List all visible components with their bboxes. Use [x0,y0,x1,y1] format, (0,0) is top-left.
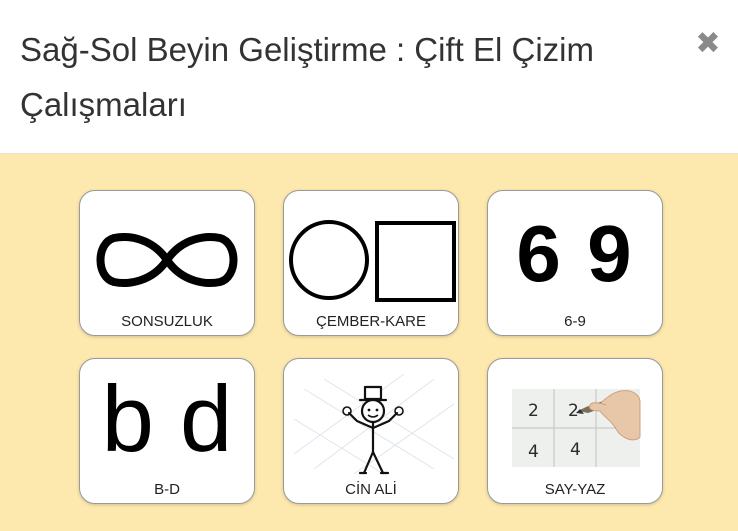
card-label: SONSUZLUK [121,313,213,330]
infinity-icon [80,191,254,309]
card-label: SAY-YAZ [544,481,606,498]
b-d-glyphs: b d [101,366,233,471]
six-nine-image: 6 9 [488,191,662,309]
writing-numbers-image: 2 2 4 4 [488,359,662,477]
card-6-9[interactable]: 6 9 6-9 [487,190,663,336]
digit-bottom-left: 4 [528,442,539,462]
card-cin-ali[interactable]: CİN ALİ [283,358,459,504]
card-label: CİN ALİ [345,481,397,498]
card-label: 6-9 [564,313,586,330]
close-icon: ✖ [695,26,721,61]
card-cember-kare[interactable]: ÇEMBER-KARE [283,190,459,336]
b-d-image: b d [80,359,254,477]
close-button[interactable]: ✖ [688,26,728,62]
card-label: ÇEMBER-KARE [315,313,427,330]
dialog-title: Sağ-Sol Beyin Geliştirme : Çift El Çizim… [20,31,594,123]
dialog-header: Sağ-Sol Beyin Geliştirme : Çift El Çizim… [0,0,738,154]
card-b-d[interactable]: b d B-D [79,358,255,504]
circle-square-icon [284,191,458,309]
card-label: B-D [154,481,180,498]
stick-figure-icon [284,359,458,477]
digit-top-right: 2 [568,401,579,421]
card-sonsuzluk[interactable]: SONSUZLUK [79,190,255,336]
digit-bottom-right: 4 [570,440,581,460]
digit-top-left: 2 [528,401,539,421]
card-say-yaz[interactable]: 2 2 4 4 SAY-YAZ [487,358,663,504]
six-nine-glyphs: 6 9 [516,209,634,298]
exercise-grid: SONSUZLUK ÇEMBER-KARE 6 9 6-9 b d B-D Cİ… [0,154,738,531]
dialog: Sağ-Sol Beyin Geliştirme : Çift El Çizim… [0,0,738,531]
